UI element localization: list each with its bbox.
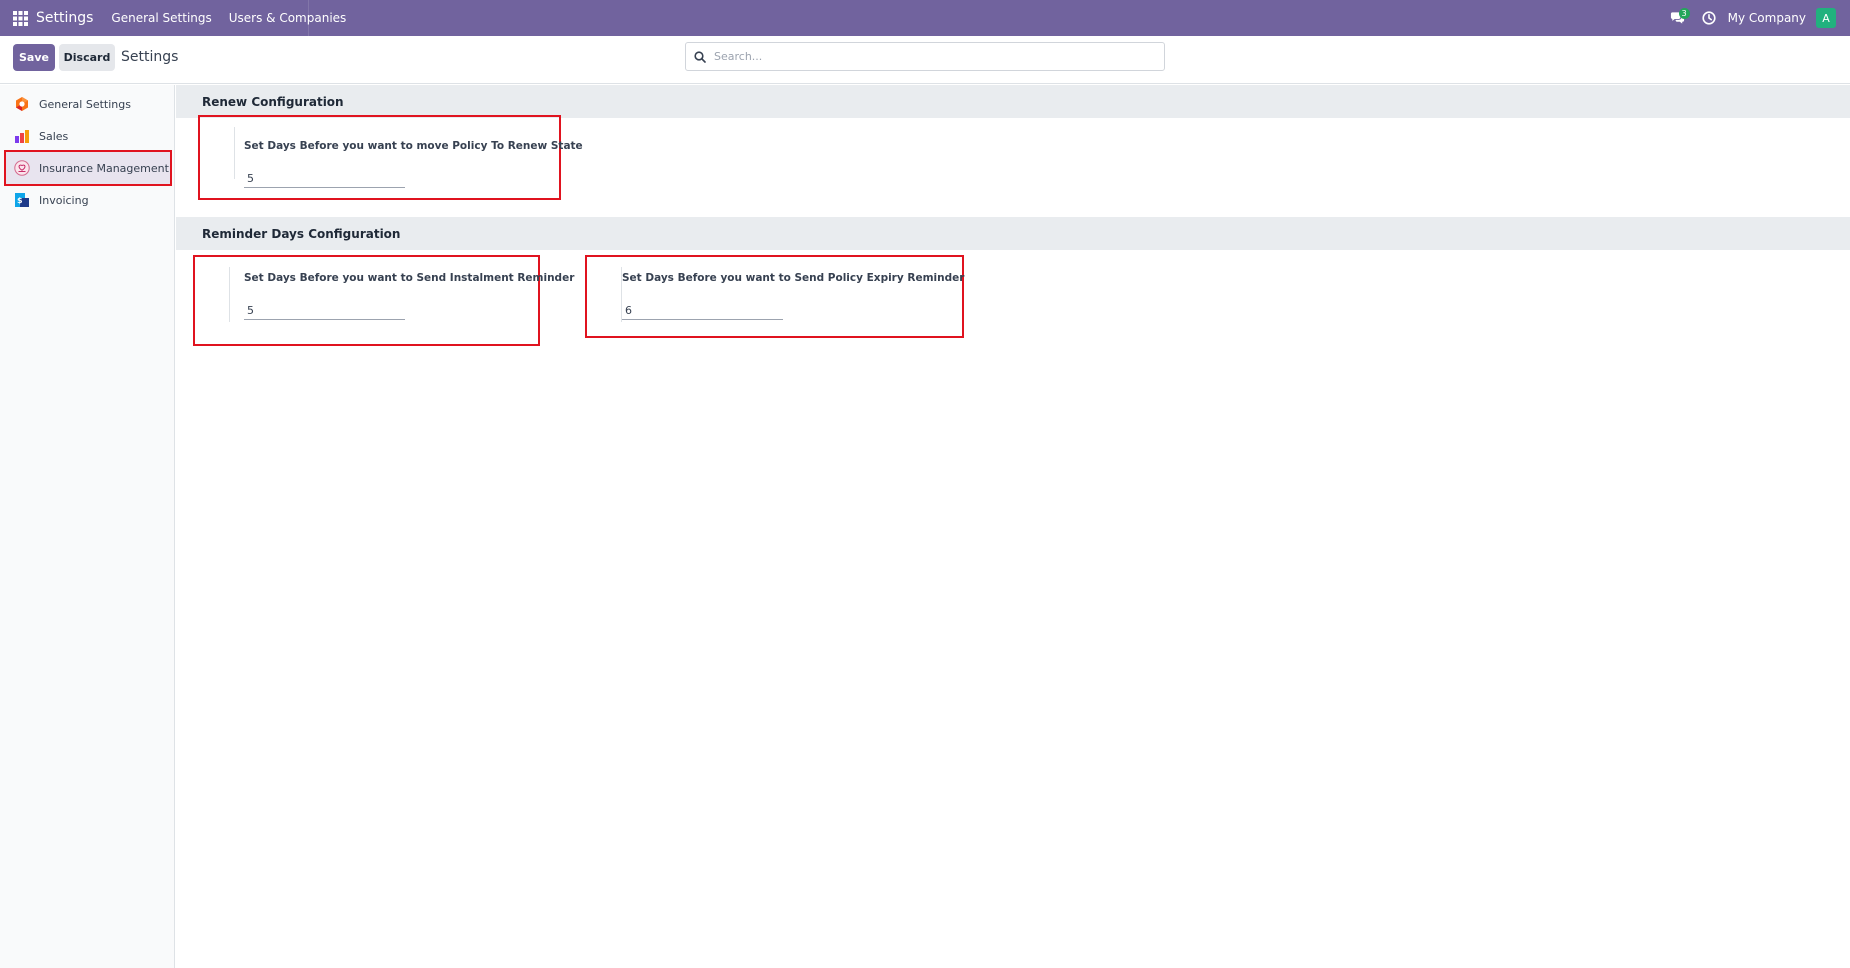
- insurance-icon: [14, 160, 30, 176]
- section-header-renew: Renew Configuration: [176, 85, 1850, 118]
- search-icon: [694, 50, 706, 63]
- setting-divider: [234, 127, 235, 179]
- expiry-reminder-days-input[interactable]: [622, 302, 783, 320]
- discard-button[interactable]: Discard: [59, 44, 115, 71]
- navbar-brand[interactable]: Settings: [36, 10, 93, 26]
- renew-days-input[interactable]: [244, 170, 405, 188]
- sidebar-item-sales[interactable]: Sales: [6, 120, 170, 152]
- nav-menu-users-companies[interactable]: Users & Companies: [229, 11, 347, 25]
- sales-icon: [14, 128, 30, 144]
- company-switcher[interactable]: My Company: [1728, 11, 1806, 25]
- search-input[interactable]: [714, 50, 1134, 63]
- sidebar-item-label: Invoicing: [39, 193, 89, 207]
- sidebar-item-invoicing[interactable]: $ Invoicing: [6, 184, 170, 216]
- nav-menu-general-settings[interactable]: General Settings: [111, 11, 211, 25]
- sidebar-item-general-settings[interactable]: General Settings: [6, 88, 170, 120]
- chat-badge: 3: [1678, 8, 1690, 19]
- navbar-divider: [308, 0, 309, 36]
- general-settings-icon: [14, 96, 30, 112]
- apps-menu-icon[interactable]: [0, 0, 40, 36]
- user-avatar[interactable]: A: [1816, 8, 1836, 28]
- setting-box-renew-state: Set Days Before you want to move Policy …: [198, 115, 583, 200]
- setting-label-instalment-reminder: Set Days Before you want to Send Instalm…: [244, 272, 575, 284]
- control-panel: Save Discard Settings: [0, 36, 1850, 84]
- setting-box-expiry-reminder: Set Days Before you want to Send Policy …: [585, 255, 964, 338]
- section-header-reminder: Reminder Days Configuration: [176, 217, 1850, 250]
- instalment-reminder-days-input[interactable]: [244, 302, 405, 320]
- invoicing-icon: $: [14, 192, 30, 208]
- search-box[interactable]: [685, 42, 1165, 71]
- sidebar-item-label: Sales: [39, 129, 69, 143]
- page-title: Settings: [121, 49, 179, 65]
- setting-label-renew-state: Set Days Before you want to move Policy …: [244, 140, 583, 152]
- sidebar-item-insurance-management[interactable]: Insurance Management: [4, 150, 172, 186]
- chat-icon[interactable]: 3: [1664, 0, 1692, 36]
- settings-sidebar: General Settings Sales Insurance Managem…: [0, 85, 175, 968]
- top-navbar: Settings General Settings Users & Compan…: [0, 0, 1850, 36]
- save-button[interactable]: Save: [13, 44, 55, 71]
- sidebar-item-label: Insurance Management: [39, 161, 169, 175]
- sidebar-item-label: General Settings: [39, 97, 131, 111]
- activity-clock-icon[interactable]: [1698, 0, 1720, 36]
- svg-text:$: $: [17, 196, 23, 205]
- setting-divider: [229, 267, 230, 322]
- navbar-systray: 3 My Company A: [1664, 0, 1836, 36]
- setting-label-expiry-reminder: Set Days Before you want to Send Policy …: [622, 272, 965, 284]
- setting-box-instalment-reminder: Set Days Before you want to Send Instalm…: [193, 255, 574, 346]
